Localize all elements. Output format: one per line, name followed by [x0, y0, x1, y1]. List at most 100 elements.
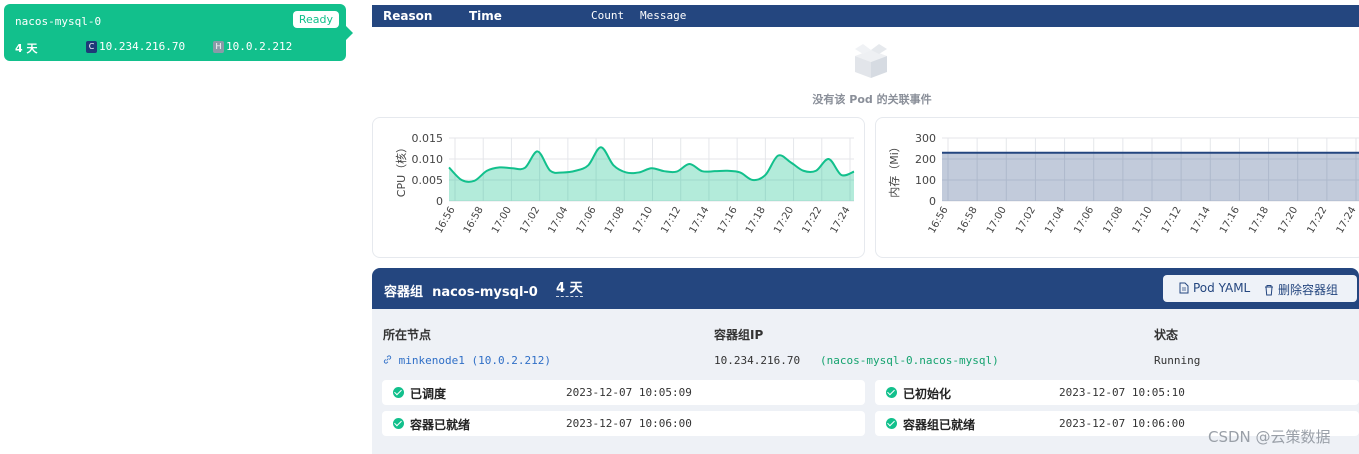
delete-pod-button[interactable]: 删除容器组	[1264, 281, 1338, 298]
x-tick-label: 17:04	[547, 205, 571, 235]
events-table-header: Reason Time Count Message	[372, 5, 1359, 27]
node-value: minkenode1 (10.0.2.212)	[398, 354, 551, 367]
status-badge: Ready	[292, 11, 339, 28]
status-value: Running	[1154, 354, 1201, 367]
condition-scheduled: 已调度 2023-12-07 10:05:09	[382, 380, 865, 405]
empty-box-icon	[855, 44, 887, 78]
col-time[interactable]: Time	[469, 9, 502, 23]
host-icon: H	[213, 40, 224, 53]
x-tick-label: 17:12	[1160, 205, 1184, 235]
condition-time: 2023-12-07 10:05:09	[566, 386, 692, 399]
host-ip-value: 10.0.2.212	[226, 40, 293, 53]
memory-chart-svg: 300 200 100 016:56 16:58 17:00 17:02 17:04 17:06…	[887, 132, 1359, 235]
pod-actions: Pod YAML 删除容器组	[1163, 275, 1357, 302]
check-circle-icon	[886, 418, 897, 429]
empty-events-text: 没有该 Pod 的关联事件	[812, 93, 932, 106]
link-icon	[383, 355, 392, 364]
x-tick-label: 17:18	[1247, 205, 1271, 235]
trash-icon	[1265, 284, 1273, 295]
container-ip: C 10.234.216.70	[86, 40, 185, 53]
container-ip-value: 10.234.216.70	[99, 40, 186, 53]
condition-time: 2023-12-07 10:06:00	[1059, 417, 1185, 430]
x-tick-label: 16:58	[462, 205, 486, 235]
status-label: 状态	[1154, 328, 1179, 342]
host-ip: H 10.0.2.212	[213, 40, 292, 53]
x-tick-label: 17:22	[800, 205, 824, 235]
pod-card-name: nacos-mysql-0	[15, 15, 102, 28]
x-tick-label: 17:20	[1276, 205, 1300, 235]
pod-detail-title: 容器组 nacos-mysql-0	[384, 281, 538, 300]
pod-yaml-button[interactable]: Pod YAML	[1179, 281, 1250, 295]
condition-name: 已调度	[410, 387, 447, 401]
x-tick-label: 16:56	[927, 205, 951, 235]
cpu-chart-svg: 0.0150.0100.005016:56 16:58 17:00 17:02 17:0…	[394, 132, 855, 235]
node-link[interactable]: minkenode1 (10.0.2.212)	[383, 354, 551, 367]
x-tick-label: 17:12	[659, 205, 683, 235]
x-tick-label: 17:06	[575, 205, 599, 235]
condition-time: 2023-12-07 10:05:10	[1059, 386, 1185, 399]
x-tick-label: 17:04	[1043, 205, 1067, 235]
check-circle-icon	[393, 418, 404, 429]
condition-name: 容器已就绪	[410, 418, 471, 432]
pod-ip-value: 10.234.216.70	[714, 354, 801, 367]
y-tick-label: 0.010	[412, 153, 444, 166]
y-tick-label: 0.005	[412, 174, 444, 187]
x-tick-label: 17:00	[490, 205, 514, 235]
x-tick-label: 17:08	[603, 205, 627, 235]
y-tick-label: 300	[915, 132, 936, 145]
y-tick-label: 0	[929, 195, 936, 208]
pod-card[interactable]: nacos-mysql-0 Ready 4 天 C 10.234.216.70 …	[4, 4, 353, 61]
pod-ip-value-group: 10.234.216.70 (nacos-mysql-0.nacos-mysql…	[714, 354, 999, 367]
y-tick-label: 100	[915, 174, 936, 187]
col-reason[interactable]: Reason	[383, 9, 432, 23]
pod-card-age: 4 天	[15, 42, 38, 55]
x-tick-label: 17:08	[1102, 205, 1126, 235]
node-label: 所在节点	[383, 328, 432, 342]
x-tick-label: 16:58	[956, 205, 980, 235]
x-tick-label: 17:16	[716, 205, 740, 235]
x-tick-label: 17:22	[1306, 205, 1330, 235]
x-tick-label: 17:02	[1014, 205, 1038, 235]
series-area	[942, 152, 1359, 201]
condition-initialized: 已初始化 2023-12-07 10:05:10	[875, 380, 1359, 405]
pod-yaml-label: Pod YAML	[1193, 281, 1251, 295]
pod-detail-header: 容器组 nacos-mysql-0 4 天 Pod YAML 删除容器组	[372, 268, 1359, 309]
x-tick-label: 17:02	[518, 205, 542, 235]
condition-time: 2023-12-07 10:06:00	[566, 417, 692, 430]
x-tick-label: 17:16	[1218, 205, 1242, 235]
y-tick-label: 200	[915, 153, 936, 166]
y-axis-label: CPU（核）	[394, 142, 408, 197]
condition-name: 容器组已就绪	[903, 418, 976, 432]
x-tick-label: 17:20	[772, 205, 796, 235]
pod-detail-name: nacos-mysql-0	[432, 285, 538, 300]
container-icon: C	[86, 40, 97, 53]
y-tick-label: 0	[436, 195, 443, 208]
pod-detail-age[interactable]: 4 天	[556, 282, 583, 297]
check-circle-icon	[393, 387, 404, 398]
x-tick-label: 17:06	[1072, 205, 1096, 235]
delete-pod-label: 删除容器组	[1278, 283, 1339, 297]
file-icon	[1179, 282, 1189, 294]
watermark: CSDN @云策数据	[1208, 428, 1331, 446]
x-tick-label: 17:10	[631, 205, 655, 235]
pod-ip-label: 容器组IP	[714, 328, 764, 342]
memory-chart: 300 200 100 0 16:56 16:58 17:00 17:02 17:04 17:06…	[875, 117, 1359, 258]
x-tick-label: 17:00	[985, 205, 1009, 235]
condition-containers-ready: 容器已就绪 2023-12-07 10:06:00	[382, 411, 865, 436]
y-axis-label: 内存（Mi）	[887, 141, 901, 198]
y-tick-label: 0.015	[412, 132, 444, 145]
x-tick-label: 17:24	[829, 205, 853, 235]
pod-detail-type: 容器组	[384, 285, 424, 300]
x-tick-label: 17:18	[744, 205, 768, 235]
x-tick-label: 17:10	[1131, 205, 1155, 235]
x-tick-label: 17:24	[1335, 205, 1359, 235]
col-count[interactable]: Count	[591, 9, 624, 22]
check-circle-icon	[886, 387, 897, 398]
col-message[interactable]: Message	[640, 9, 686, 22]
pod-dns-value: (nacos-mysql-0.nacos-mysql)	[819, 354, 999, 367]
x-tick-label: 17:14	[688, 205, 712, 235]
x-tick-label: 16:56	[434, 205, 458, 235]
cpu-chart: 0.015 0.010 0.005 0 16:56 16:58 17:00 17:02 17:0…	[372, 117, 865, 258]
condition-name: 已初始化	[903, 387, 952, 401]
x-tick-label: 17:14	[1189, 205, 1213, 235]
